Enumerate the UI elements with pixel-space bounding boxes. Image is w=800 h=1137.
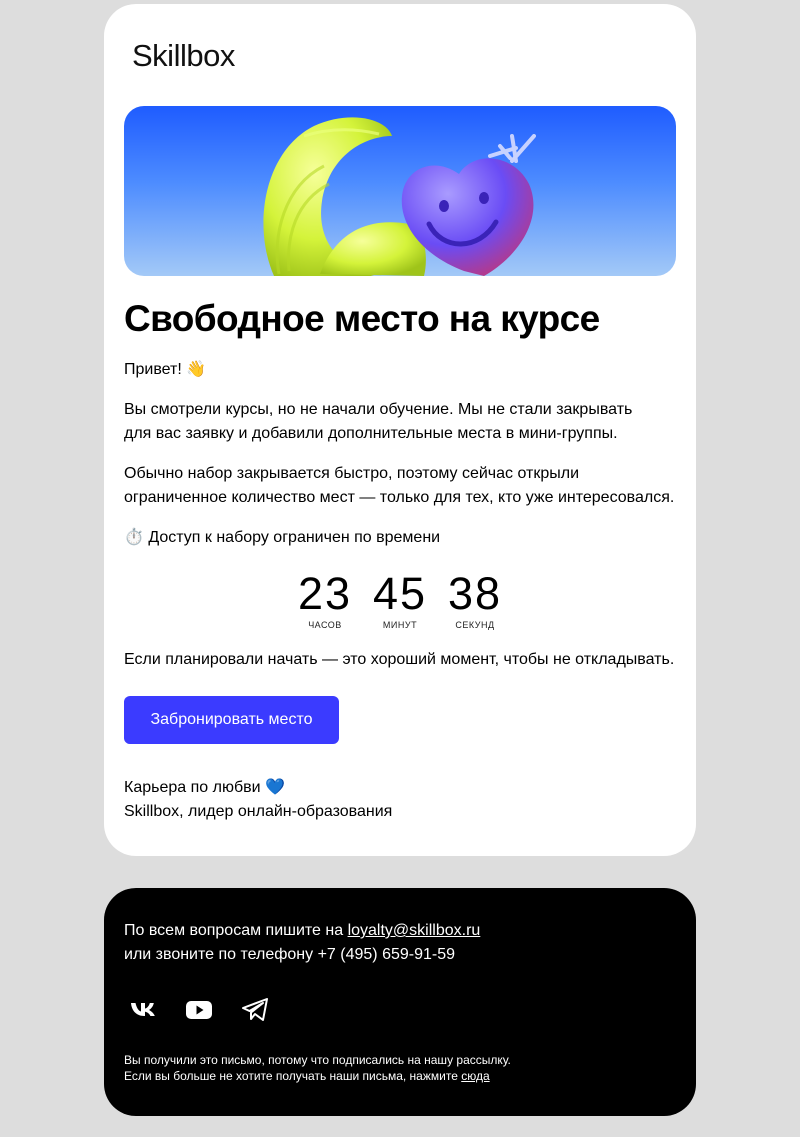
signoff-line-2: Skillbox, лидер онлайн-образования — [124, 803, 393, 820]
info-line-1: Обычно набор закрывается быстро, поэтому… — [124, 465, 580, 482]
fineprint-line-2: Если вы больше не хотите получать наши п… — [124, 1068, 511, 1084]
signoff-line-1: Карьера по любви 💙 — [124, 779, 285, 796]
contact-email-link[interactable]: loyalty@skillbox.ru — [348, 922, 481, 939]
book-seat-button[interactable]: Забронировать место — [124, 696, 339, 744]
contact-prefix: По всем вопросам пишите на — [124, 922, 348, 939]
timer-hours-value: 23 — [297, 568, 353, 619]
timer-hours-label: ЧАСОВ — [308, 620, 342, 630]
intro-line-1: Вы смотрели курсы, но не начали обучение… — [124, 401, 633, 418]
hero-illustration — [263, 117, 536, 276]
unsubscribe-link[interactable]: сюда — [461, 1069, 489, 1083]
closing-text: Если планировали начать — это хороший мо… — [124, 651, 675, 668]
footer: По всем вопросам пишите на loyalty@skill… — [104, 888, 696, 1116]
hero-banner — [124, 106, 676, 276]
telegram-icon[interactable] — [240, 996, 270, 1022]
vk-icon[interactable] — [128, 996, 158, 1022]
contact-phone-line: или звоните по телефону +7 (495) 659-91-… — [124, 946, 456, 963]
timer-hours: 23 ЧАСОВ — [285, 568, 365, 630]
fineprint-line-1: Вы получили это письмо, потому что подпи… — [124, 1053, 511, 1067]
page-title: Свободное место на курсе — [124, 298, 600, 339]
contact-block: По всем вопросам пишите на loyalty@skill… — [124, 919, 480, 967]
youtube-icon[interactable] — [184, 996, 214, 1022]
info-line-2: ограниченное количество мест — только дл… — [124, 489, 675, 506]
countdown-timer: 23 ЧАСОВ 45 МИНУТ 38 СЕКУНД — [104, 568, 696, 638]
fineprint-line-2-text: Если вы больше не хотите получать наши п… — [124, 1069, 462, 1083]
timer-seconds: 38 СЕКУНД — [435, 568, 515, 630]
greeting-text: Привет! 👋 — [124, 361, 207, 378]
limited-time-notice: ⏱️ Доступ к набору ограничен по времени — [124, 529, 441, 546]
timer-minutes-value: 45 — [372, 568, 428, 619]
sparkle-shape — [488, 134, 536, 163]
timer-minutes: 45 МИНУТ — [360, 568, 440, 630]
contact-email-line: По всем вопросам пишите на loyalty@skill… — [124, 919, 480, 943]
footer-fineprint: Вы получили это письмо, потому что подпи… — [124, 1052, 511, 1084]
timer-seconds-label: СЕКУНД — [455, 620, 495, 630]
lime-spiral-shape — [263, 117, 426, 276]
timer-minutes-label: МИНУТ — [382, 620, 418, 630]
timer-seconds-value: 38 — [447, 568, 503, 619]
skillbox-logo[interactable]: Skillbox — [132, 38, 235, 74]
email-card: Skillbox Свободное место на курсе Привет… — [104, 4, 696, 856]
intro-line-2: для вас заявку и добавили дополнительные… — [124, 425, 618, 442]
